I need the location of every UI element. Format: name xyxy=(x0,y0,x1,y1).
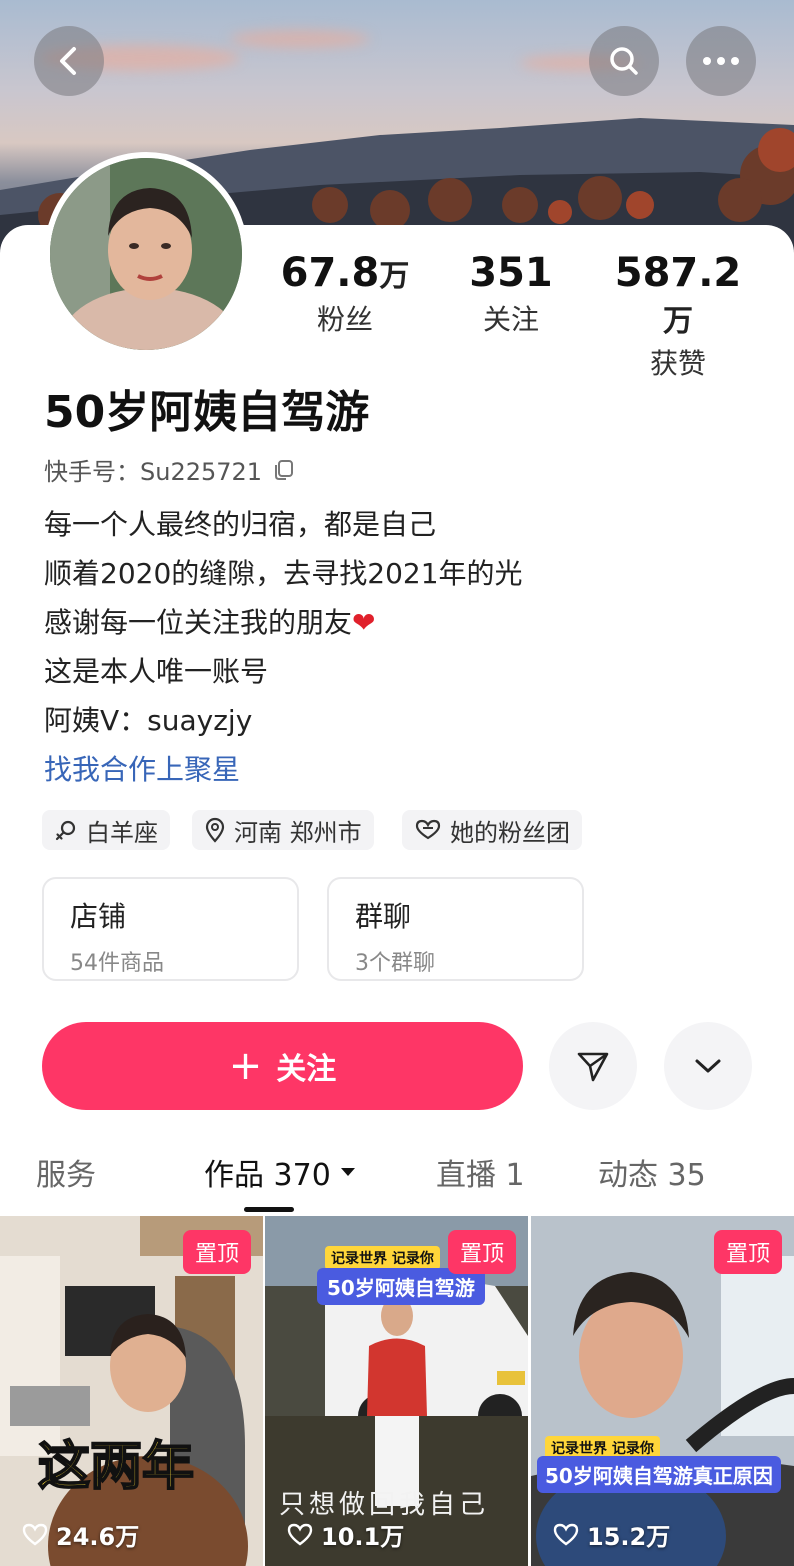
stat-followers[interactable]: 67.8万 粉丝 xyxy=(280,250,410,338)
tab-moments[interactable]: 动态 35 xyxy=(598,1150,706,1194)
tab-live[interactable]: 直播 1 xyxy=(436,1150,525,1194)
followers-count: 67.8 xyxy=(280,250,380,296)
bio-line: 每一个人最终的归宿，都是自己 xyxy=(44,508,437,541)
tag-zodiac-label: 白羊座 xyxy=(86,818,158,847)
video-tile[interactable]: 记录世界 记录你 50岁阿姨自驾游 只想做回我自己 置顶 10.1万 xyxy=(265,1216,528,1566)
gender-female-icon xyxy=(55,820,76,841)
likes-count: 587.2 xyxy=(614,250,742,296)
more-horizontal-icon xyxy=(703,57,739,65)
video-caption: 只想做回我自己 xyxy=(279,1490,490,1520)
bio-line: 这是本人唯一账号 xyxy=(44,655,269,688)
group-chat-card-subtitle: 3个群聊 xyxy=(355,951,435,976)
like-count-value: 24.6万 xyxy=(56,1523,140,1551)
followers-label: 粉丝 xyxy=(316,303,373,336)
copy-icon[interactable] xyxy=(272,459,294,481)
search-icon xyxy=(610,47,638,75)
likes-unit: 万 xyxy=(663,304,693,339)
tag-fan-club[interactable]: 她的粉丝团 xyxy=(402,810,582,850)
profile-nickname: 50岁阿姨自驾游 xyxy=(44,387,370,438)
expand-button[interactable] xyxy=(664,1022,752,1110)
heart-outline-icon xyxy=(553,1523,579,1545)
group-chat-card[interactable]: 群聊 3个群聊 xyxy=(327,877,584,981)
bio-line: 顺着2020的缝隙，去寻找2021年的光 xyxy=(44,557,523,590)
video-overlay-text: 这两年 xyxy=(37,1436,195,1498)
heart-icon: ❤ xyxy=(352,606,376,639)
shop-card[interactable]: 店铺 54件商品 xyxy=(42,877,299,981)
video-tile[interactable]: 记录世界 记录你 50岁阿姨自驾游真正原因 置顶 15.2万 xyxy=(531,1216,794,1566)
pinned-badge: 置顶 xyxy=(447,1230,516,1274)
bio-line-text: 感谢每一位关注我的朋友 xyxy=(44,606,353,639)
tab-services[interactable]: 服务 xyxy=(36,1150,96,1194)
kwai-id-label: 快手号： xyxy=(44,458,140,486)
video-banner-main: 50岁阿姨自驾游真正原因 xyxy=(537,1456,781,1493)
tab-works-label: 作品 370 xyxy=(204,1158,331,1193)
video-banner-top: 记录世界 记录你 xyxy=(325,1246,440,1270)
following-count: 351 xyxy=(469,250,553,296)
pinned-badge: 置顶 xyxy=(182,1230,251,1274)
fan-club-icon xyxy=(415,819,441,840)
location-pin-icon xyxy=(205,817,225,843)
group-chat-card-title: 群聊 xyxy=(355,900,412,933)
send-icon xyxy=(577,1052,609,1082)
tag-zodiac[interactable]: 白羊座 xyxy=(42,810,170,850)
search-button[interactable] xyxy=(589,26,659,96)
bio-line: 阿姨V：suayzjy xyxy=(44,704,253,737)
follow-button[interactable]: + 关注 xyxy=(42,1022,523,1110)
following-label: 关注 xyxy=(482,303,539,336)
like-count: 15.2万 xyxy=(553,1517,670,1552)
like-count-value: 10.1万 xyxy=(321,1523,405,1551)
caret-down-icon xyxy=(340,1168,355,1176)
chevron-left-icon xyxy=(60,47,76,75)
likes-label: 获赞 xyxy=(649,347,706,380)
collab-link[interactable]: 找我合作上聚星 xyxy=(44,745,523,794)
tag-fan-club-label: 她的粉丝团 xyxy=(450,818,570,847)
shop-card-subtitle: 54件商品 xyxy=(70,951,164,976)
chevron-down-icon xyxy=(695,1059,721,1073)
pinned-badge: 置顶 xyxy=(713,1230,782,1274)
tab-active-indicator xyxy=(244,1207,294,1212)
heart-outline-icon xyxy=(22,1523,48,1545)
tab-works[interactable]: 作品 370 xyxy=(204,1150,357,1194)
bio-line: 感谢每一位关注我的朋友❤ xyxy=(44,598,523,647)
video-tile[interactable]: 这两年 置顶 24.6万 xyxy=(0,1216,263,1566)
like-count: 10.1万 xyxy=(287,1517,404,1552)
tag-location[interactable]: 河南 郑州市 xyxy=(192,810,374,850)
like-count-value: 15.2万 xyxy=(587,1523,671,1551)
like-count: 24.6万 xyxy=(22,1517,139,1552)
heart-outline-icon xyxy=(287,1523,313,1545)
more-button[interactable] xyxy=(686,26,756,96)
kwai-id: 快手号：Su225721 xyxy=(44,452,294,487)
profile-bio: 每一个人最终的归宿，都是自己 顺着2020的缝隙，去寻找2021年的光 感谢每一… xyxy=(44,500,523,794)
follow-button-label: 关注 xyxy=(276,1052,337,1087)
tag-location-label: 河南 郑州市 xyxy=(234,818,362,847)
plus-icon: + xyxy=(228,1043,263,1089)
back-button[interactable] xyxy=(34,26,104,96)
followers-unit: 万 xyxy=(379,259,410,294)
shop-card-title: 店铺 xyxy=(70,900,127,933)
avatar[interactable] xyxy=(44,152,248,356)
kwai-id-value: Su225721 xyxy=(140,458,263,486)
share-button[interactable] xyxy=(549,1022,637,1110)
stat-likes[interactable]: 587.2 万 获赞 xyxy=(600,250,756,382)
stat-following[interactable]: 351 关注 xyxy=(455,250,567,338)
